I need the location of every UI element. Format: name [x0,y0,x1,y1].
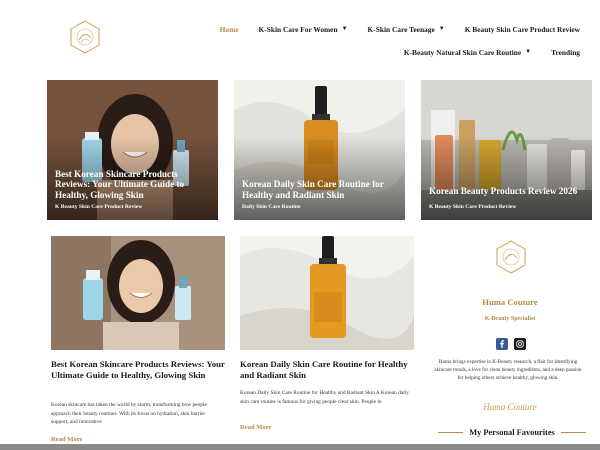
hero-card-1[interactable]: Best Korean Skincare Products Reviews: Y… [47,80,218,220]
chevron-down-icon: ▼ [525,49,532,55]
favourites-heading-text: My Personal Favourites [469,428,555,437]
divider [560,432,587,433]
nav-label: K-Skin Care Teenage [367,24,435,34]
instagram-icon[interactable] [514,338,526,350]
site-logo[interactable] [68,20,102,54]
card-image-2[interactable] [240,236,414,350]
chevron-down-icon: ▼ [438,26,445,32]
chevron-down-icon: ▼ [341,26,348,32]
horizontal-scrollbar[interactable] [0,444,600,450]
author-name: Huma Couture [482,297,538,307]
nav-row-2: K-Beauty Natural Skin Care Routine ▼ Tre… [170,45,580,59]
nav-item-home[interactable]: Home [220,25,239,34]
hero-category[interactable]: K Beauty Skin Care Product Review [55,204,142,210]
card-excerpt: Korean skincare has taken the world by s… [51,402,207,426]
hero-category[interactable]: Daily Skin Care Routine [242,204,300,210]
facebook-icon[interactable] [496,338,508,350]
nav-label: Home [219,24,239,34]
author-logo [496,240,526,274]
nav-item-k-skin-care-for-women[interactable]: K-Skin Care For Women ▼ [259,25,348,34]
nav-item-natural-skin-care-routine[interactable]: K-Beauty Natural Skin Care Routine ▼ [404,48,531,57]
main-navigation: Home K-Skin Care For Women ▼ K-Skin Care… [170,22,580,59]
nav-item-trending[interactable]: Trending [551,48,580,57]
card-title[interactable]: Korean Daily Skin Care Routine for Healt… [240,359,415,381]
hero-title[interactable]: Korean Daily Skin Care Routine for Healt… [242,179,397,200]
hero-card-3[interactable]: Korean Beauty Products Review 2026 K Bea… [421,80,592,220]
nav-label: K-Skin Care For Women [258,24,338,34]
hero-category[interactable]: K Beauty Skin Care Product Review [429,204,516,210]
nav-label: Trending [551,47,580,57]
hero-card-2[interactable]: Korean Daily Skin Care Routine for Healt… [234,80,405,220]
nav-item-k-skin-care-teenage[interactable]: K-Skin Care Teenage ▼ [368,25,445,34]
author-role: K-Beauty Specialist [484,316,536,322]
divider [438,432,464,433]
nav-label: K-Beauty Natural Skin Care Routine [403,47,522,57]
read-more-link[interactable]: Read More [51,436,83,443]
card-image-1[interactable] [51,236,225,350]
nav-label: K Beauty Skin Care Product Review [464,24,580,34]
hero-title[interactable]: Best Korean Skincare Products Reviews: Y… [55,169,210,201]
nav-item-product-review[interactable]: K Beauty Skin Care Product Review [465,25,580,34]
card-image-serum [240,236,414,350]
hero-title[interactable]: Korean Beauty Products Review 2026 [429,186,584,197]
social-links [496,338,526,350]
card-excerpt: Korean Daily Skin Care Routine for Healt… [240,390,409,405]
author-bio: Huma brings expertise in K-Beauty resear… [434,359,582,382]
read-more-link[interactable]: Read More [240,424,272,431]
nav-row-1: Home K-Skin Care For Women ▼ K-Skin Care… [170,22,580,36]
card-title[interactable]: Best Korean Skincare Products Reviews: Y… [51,359,231,381]
card-image-woman [51,236,225,350]
author-signature: Huma Couture [483,402,537,412]
favourites-heading: My Personal Favourites [438,428,587,437]
